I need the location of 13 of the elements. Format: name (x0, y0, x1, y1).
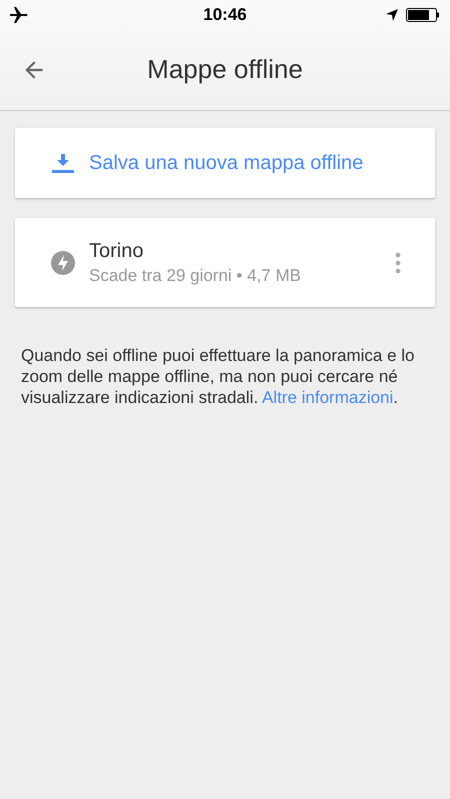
airplane-icon (10, 7, 30, 23)
info-paragraph: Quando sei offline puoi effettuare la panoramica e lo zoom delle mappe offline, ma non puoi cercare né visualizzare indicazioni stradali. Altre informazioni. (21, 345, 416, 408)
battery-icon (406, 8, 440, 22)
status-time: 10:46 (202, 5, 248, 25)
more-info-link[interactable]: Altre informazioni (262, 388, 394, 407)
map-details: Scade tra 29 giorni • 4,7 MB (89, 266, 301, 286)
download-icon (51, 151, 75, 175)
save-new-map-button[interactable]: Salva una nuova mappa offline (15, 128, 435, 198)
lightning-icon (51, 250, 75, 274)
offline-map-card[interactable]: Torino Scade tra 29 giorni • 4,7 MB (15, 218, 435, 307)
page-title: Mappe offline (147, 54, 303, 86)
map-name: Torino (89, 240, 144, 262)
location-arrow-icon (386, 9, 398, 21)
